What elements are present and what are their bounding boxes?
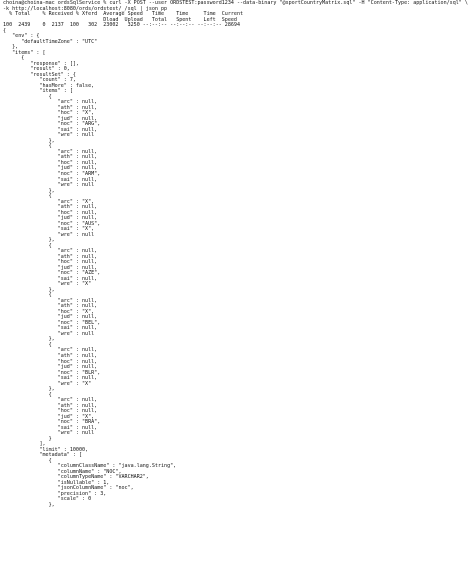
terminal-line: }, bbox=[3, 501, 55, 508]
terminal-window[interactable]: choina@choina-mac ordsSqlService % curl … bbox=[0, 0, 474, 569]
